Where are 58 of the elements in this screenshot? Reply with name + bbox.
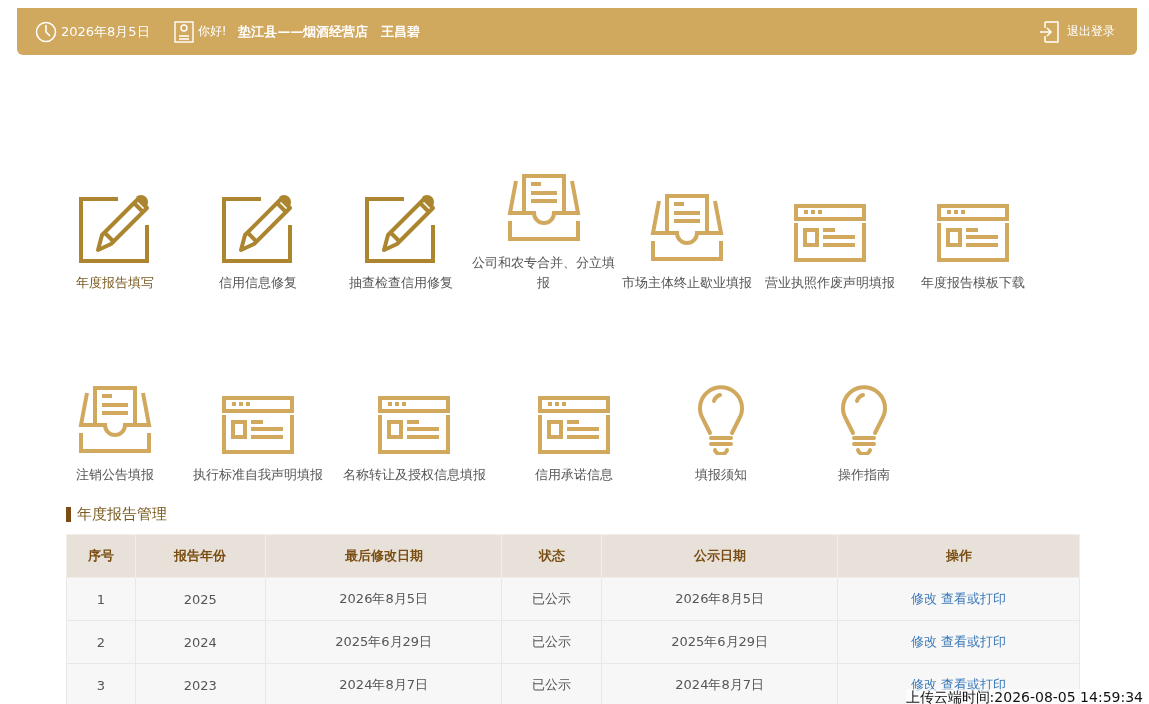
table-cell: 已公示 — [501, 620, 602, 664]
table-cell: 2026年8月5日 — [265, 577, 502, 621]
action-link[interactable]: 查看或打印 — [941, 591, 1007, 606]
action-link[interactable]: 修改 — [911, 591, 938, 606]
column-header: 公示日期 — [601, 534, 838, 578]
menu-item-label[interactable]: 信用信息修复 — [186, 273, 329, 293]
table-cell: 已公示 — [501, 577, 602, 621]
table-cell: 3 — [66, 663, 136, 704]
column-header: 最后修改日期 — [265, 534, 502, 578]
lightbulb-icon — [695, 383, 746, 455]
table-cell: 已公示 — [501, 663, 602, 704]
table-cell: 1 — [66, 577, 136, 621]
table-cell: 2024年8月7日 — [601, 663, 838, 704]
greeting-text: 你好! — [197, 23, 227, 40]
menu-item-label[interactable]: 营业执照作废声明填报 — [758, 273, 901, 293]
user-name: 垫江县——烟酒经营店 王昌碧 — [238, 22, 421, 41]
pencil-icon — [363, 193, 438, 263]
user-card-icon — [173, 20, 194, 43]
table-cell: 2025年6月29日 — [265, 620, 502, 664]
menu-item-label[interactable]: 执行标准自我声明填报 — [192, 465, 323, 485]
browser-window-icon — [537, 395, 611, 455]
section-title: 年度报告管理 — [77, 505, 167, 524]
menu-item-label[interactable]: 名称转让及授权信息填报 — [342, 465, 486, 485]
clock-icon — [35, 20, 57, 43]
browser-window-icon — [792, 203, 867, 263]
table-cell: 2023 — [135, 663, 266, 704]
pencil-icon — [77, 193, 152, 263]
pencil-icon — [220, 193, 295, 263]
logout-icon — [1039, 20, 1059, 43]
inbox-icon — [77, 385, 152, 455]
date-text: 2026年8月5日 — [61, 22, 150, 41]
column-header: 序号 — [66, 534, 136, 578]
action-link[interactable]: 修改 — [911, 677, 938, 692]
menu-item-label[interactable]: 操作指南 — [792, 465, 935, 485]
column-header: 报告年份 — [135, 534, 266, 578]
action-link[interactable]: 查看或打印 — [941, 677, 1007, 692]
menu-item-label[interactable]: 年度报告填写 — [43, 273, 186, 293]
column-header: 操作 — [837, 534, 1080, 578]
action-link[interactable]: 修改 — [911, 634, 938, 649]
inbox-icon — [506, 173, 581, 243]
section-marker — [66, 507, 71, 522]
menu-item-label[interactable]: 年度报告模板下载 — [901, 273, 1044, 293]
table-cell: 2025 — [135, 577, 266, 621]
table-cell: 2026年8月5日 — [601, 577, 838, 621]
lightbulb-icon — [838, 383, 889, 455]
action-link[interactable]: 查看或打印 — [941, 634, 1007, 649]
menu-item-label[interactable]: 注销公告填报 — [43, 465, 186, 485]
menu-item-label[interactable]: 填报须知 — [649, 465, 792, 485]
menu-item-label[interactable]: 信用承诺信息 — [502, 465, 646, 485]
inbox-icon — [649, 193, 724, 263]
table-cell: 2 — [66, 620, 136, 664]
browser-window-icon — [935, 203, 1010, 263]
table-cell: 2024年8月7日 — [265, 663, 502, 704]
table-cell: 2024 — [135, 620, 266, 664]
table-cell: 2025年6月29日 — [601, 620, 838, 664]
browser-window-icon — [220, 395, 295, 455]
browser-window-icon — [377, 395, 451, 455]
column-header: 状态 — [501, 534, 602, 578]
